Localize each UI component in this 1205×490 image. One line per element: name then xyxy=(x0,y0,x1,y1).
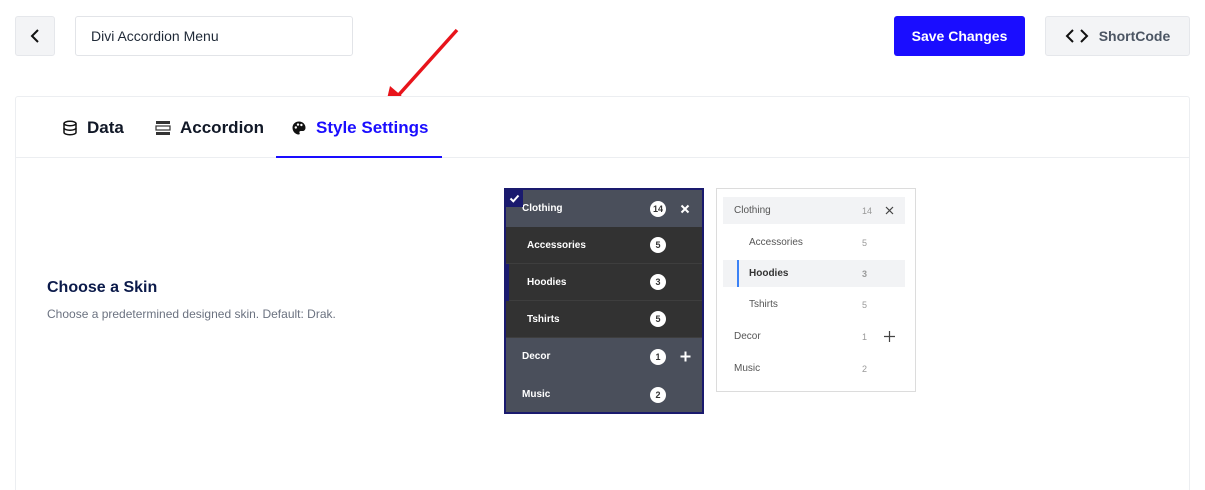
tab-bar: Data Accordion Style Settings xyxy=(16,97,1189,158)
database-icon xyxy=(63,120,77,135)
dark-item-count: 5 xyxy=(650,237,666,253)
dark-item-label: Accessories xyxy=(527,239,586,251)
selected-checkmark xyxy=(506,190,523,207)
skin-section-description: Choose a predetermined designed skin. De… xyxy=(47,307,336,321)
light-item-accessories: Accessories 5 xyxy=(723,229,905,256)
dark-item-hoodies: Hoodies 3 xyxy=(506,264,702,301)
skin-option-dark[interactable]: Clothing 14 Accessories 5 Hoodies 3 Tshi… xyxy=(504,188,704,414)
chevron-left-icon xyxy=(30,29,39,43)
palette-icon xyxy=(292,121,306,134)
light-active-indicator xyxy=(737,260,739,287)
menu-name-input[interactable] xyxy=(75,16,353,56)
tab-data-label: Data xyxy=(87,117,124,137)
dark-item-label: Clothing xyxy=(522,203,563,214)
tab-style-settings-label: Style Settings xyxy=(316,117,429,137)
light-item-count: 3 xyxy=(862,268,868,279)
dark-item-music: Music 2 xyxy=(506,375,702,412)
dark-item-count: 3 xyxy=(650,274,666,290)
light-item-label: Tshirts xyxy=(749,299,778,310)
close-icon xyxy=(883,205,895,217)
light-item-label: Clothing xyxy=(734,205,771,216)
light-item-tshirts: Tshirts 5 xyxy=(723,291,905,318)
dark-item-label: Decor xyxy=(522,351,551,362)
dark-item-count: 5 xyxy=(650,311,666,327)
light-item-label: Decor xyxy=(734,331,761,342)
code-icon xyxy=(1065,29,1089,43)
plus-icon xyxy=(883,331,895,343)
dark-item-decor: Decor 1 xyxy=(506,338,702,375)
light-item-clothing: Clothing 14 xyxy=(723,197,905,224)
dark-item-label: Hoodies xyxy=(527,276,567,288)
dark-item-accessories: Accessories 5 xyxy=(506,227,702,264)
back-button[interactable] xyxy=(15,16,55,56)
plus-icon xyxy=(678,350,692,364)
light-item-label: Hoodies xyxy=(749,268,789,279)
dark-item-clothing: Clothing 14 xyxy=(506,190,702,227)
light-item-count: 5 xyxy=(862,237,868,248)
dark-item-tshirts: Tshirts 5 xyxy=(506,301,702,338)
light-item-label: Music xyxy=(734,363,761,374)
dark-item-count: 1 xyxy=(650,348,666,365)
dark-active-indicator xyxy=(506,264,509,301)
accordion-icon xyxy=(155,120,171,135)
tab-style-settings[interactable]: Style Settings xyxy=(291,97,428,158)
save-changes-button[interactable]: Save Changes xyxy=(894,16,1025,56)
light-item-hoodies: Hoodies 3 xyxy=(723,260,905,287)
light-item-count: 14 xyxy=(862,205,873,216)
check-icon xyxy=(509,194,520,203)
light-item-label: Accessories xyxy=(749,237,803,248)
settings-panel: Data Accordion Style Settings Choose a S… xyxy=(15,96,1190,490)
light-item-count: 2 xyxy=(862,363,868,374)
shortcode-button[interactable]: ShortCode xyxy=(1045,16,1190,56)
tab-accordion[interactable]: Accordion xyxy=(155,97,264,158)
close-icon xyxy=(678,202,692,216)
tab-data[interactable]: Data xyxy=(62,97,124,158)
skin-option-light[interactable]: Clothing 14 Accessories 5 Hoodies 3 Tshi… xyxy=(716,188,916,392)
light-item-music: Music 2 xyxy=(723,355,905,382)
dark-item-label: Tshirts xyxy=(527,313,560,325)
dark-item-count: 2 xyxy=(650,386,666,403)
skin-section-title: Choose a Skin xyxy=(47,279,158,296)
dark-item-count: 14 xyxy=(650,200,666,217)
light-item-decor: Decor 1 xyxy=(723,323,905,350)
active-tab-indicator xyxy=(276,156,442,158)
tab-accordion-label: Accordion xyxy=(180,117,265,137)
light-item-count: 1 xyxy=(862,331,868,342)
dark-item-label: Music xyxy=(522,389,551,400)
light-item-count: 5 xyxy=(862,299,868,310)
shortcode-label: ShortCode xyxy=(1098,28,1171,44)
